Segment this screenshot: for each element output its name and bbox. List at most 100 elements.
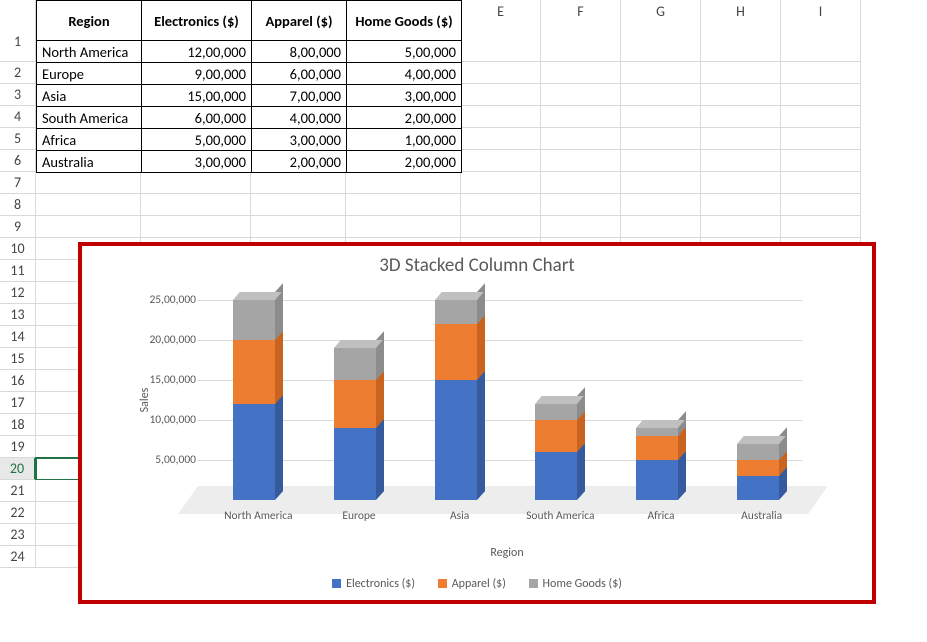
cell-apparel[interactable]: 2,00,000 xyxy=(252,151,347,173)
cell[interactable] xyxy=(781,84,861,106)
table-row[interactable]: Australia3,00,0002,00,0002,00,000 xyxy=(37,151,462,173)
row-header[interactable]: 14 xyxy=(0,326,36,348)
cell-apparel[interactable]: 3,00,000 xyxy=(252,129,347,151)
cell[interactable] xyxy=(541,128,621,150)
data-table[interactable]: Region Electronics ($) Apparel ($) Home … xyxy=(36,0,462,173)
cell-electronics[interactable]: 5,00,000 xyxy=(142,129,252,151)
row-header[interactable]: 24 xyxy=(0,546,36,568)
cell[interactable] xyxy=(621,106,701,128)
cell[interactable] xyxy=(781,22,861,62)
cell[interactable] xyxy=(701,84,781,106)
cell-electronics[interactable]: 9,00,000 xyxy=(142,63,252,85)
cell[interactable] xyxy=(346,216,461,238)
row-header[interactable]: 21 xyxy=(0,480,36,502)
cell[interactable] xyxy=(461,150,541,172)
row-header[interactable]: 9 xyxy=(0,216,36,238)
cell[interactable] xyxy=(621,172,701,194)
row-header[interactable]: 3 xyxy=(0,84,36,106)
cell[interactable] xyxy=(541,216,621,238)
cell[interactable] xyxy=(781,106,861,128)
cell[interactable] xyxy=(621,22,701,62)
cell[interactable] xyxy=(461,194,541,216)
cell[interactable] xyxy=(701,22,781,62)
cell[interactable] xyxy=(346,172,461,194)
cell-homegoods[interactable]: 5,00,000 xyxy=(347,41,462,63)
cell-region[interactable]: Africa xyxy=(37,129,142,151)
cell[interactable] xyxy=(701,194,781,216)
cell[interactable] xyxy=(621,62,701,84)
cell-apparel[interactable]: 7,00,000 xyxy=(252,85,347,107)
col-header-electronics[interactable]: Electronics ($) xyxy=(142,1,252,41)
cell[interactable] xyxy=(701,172,781,194)
cell[interactable] xyxy=(541,172,621,194)
cell-apparel[interactable]: 6,00,000 xyxy=(252,63,347,85)
row-header[interactable]: 16 xyxy=(0,370,36,392)
cell-homegoods[interactable]: 2,00,000 xyxy=(347,107,462,129)
cell[interactable] xyxy=(701,150,781,172)
row-header[interactable]: 6 xyxy=(0,150,36,172)
cell[interactable] xyxy=(251,194,346,216)
cell[interactable] xyxy=(141,216,251,238)
row-header[interactable]: 5 xyxy=(0,128,36,150)
cell-electronics[interactable]: 6,00,000 xyxy=(142,107,252,129)
row-header[interactable]: 4 xyxy=(0,106,36,128)
row-header[interactable]: 23 xyxy=(0,524,36,546)
row-header[interactable]: 8 xyxy=(0,194,36,216)
row-header[interactable]: 7 xyxy=(0,172,36,194)
column-header[interactable]: G xyxy=(621,0,701,23)
col-header-apparel[interactable]: Apparel ($) xyxy=(252,1,347,41)
cell-homegoods[interactable]: 2,00,000 xyxy=(347,151,462,173)
row-header[interactable]: 17 xyxy=(0,392,36,414)
row-header[interactable]: 20 xyxy=(0,458,36,480)
table-row[interactable]: Africa5,00,0003,00,0001,00,000 xyxy=(37,129,462,151)
cell[interactable] xyxy=(36,172,141,194)
row-header[interactable]: 10 xyxy=(0,238,36,260)
table-row[interactable]: North America12,00,0008,00,0005,00,000 xyxy=(37,41,462,63)
row-header[interactable]: 2 xyxy=(0,62,36,84)
chart-object[interactable]: 3D Stacked Column Chart Sales 05,00,0001… xyxy=(78,242,876,604)
cell[interactable] xyxy=(621,128,701,150)
cell[interactable] xyxy=(781,62,861,84)
cell[interactable] xyxy=(541,22,621,62)
cell[interactable] xyxy=(36,194,141,216)
cell[interactable] xyxy=(346,194,461,216)
row-header[interactable]: 12 xyxy=(0,282,36,304)
column-header[interactable]: E xyxy=(461,0,541,23)
cell-region[interactable]: South America xyxy=(37,107,142,129)
cell[interactable] xyxy=(541,84,621,106)
cell[interactable] xyxy=(141,194,251,216)
cell[interactable] xyxy=(461,172,541,194)
cell-apparel[interactable]: 4,00,000 xyxy=(252,107,347,129)
cell-electronics[interactable]: 12,00,000 xyxy=(142,41,252,63)
cell-electronics[interactable]: 3,00,000 xyxy=(142,151,252,173)
table-row[interactable]: Europe9,00,0006,00,0004,00,000 xyxy=(37,63,462,85)
cell[interactable] xyxy=(621,194,701,216)
column-header[interactable]: I xyxy=(781,0,861,23)
cell[interactable] xyxy=(36,216,141,238)
cell[interactable] xyxy=(701,62,781,84)
cell[interactable] xyxy=(461,128,541,150)
table-row[interactable]: Asia15,00,0007,00,0003,00,000 xyxy=(37,85,462,107)
cell[interactable] xyxy=(461,62,541,84)
cell-apparel[interactable]: 8,00,000 xyxy=(252,41,347,63)
cell[interactable] xyxy=(461,84,541,106)
cell[interactable] xyxy=(621,150,701,172)
cell[interactable] xyxy=(141,172,251,194)
cell[interactable] xyxy=(781,128,861,150)
cell-homegoods[interactable]: 1,00,000 xyxy=(347,129,462,151)
cell[interactable] xyxy=(461,22,541,62)
cell-homegoods[interactable]: 4,00,000 xyxy=(347,63,462,85)
row-header[interactable]: 15 xyxy=(0,348,36,370)
cell[interactable] xyxy=(781,216,861,238)
cell[interactable] xyxy=(541,150,621,172)
row-header[interactable]: 18 xyxy=(0,414,36,436)
row-header[interactable]: 13 xyxy=(0,304,36,326)
col-header-region[interactable]: Region xyxy=(37,1,142,41)
cell[interactable] xyxy=(781,172,861,194)
row-header[interactable]: 11 xyxy=(0,260,36,282)
cell[interactable] xyxy=(701,216,781,238)
cell[interactable] xyxy=(461,106,541,128)
cell[interactable] xyxy=(541,194,621,216)
cell[interactable] xyxy=(621,84,701,106)
cell-region[interactable]: North America xyxy=(37,41,142,63)
